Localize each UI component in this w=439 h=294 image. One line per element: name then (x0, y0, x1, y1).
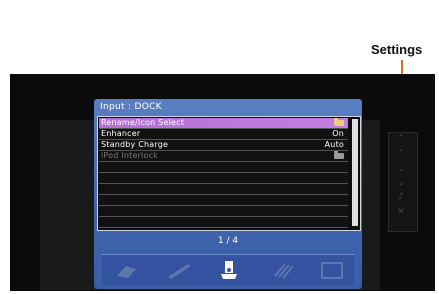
scrollbar-thumb[interactable] (352, 119, 358, 226)
list-item-enhancer[interactable]: Enhancer On (99, 129, 348, 140)
list-item-empty (99, 217, 348, 228)
tv-screen: ⌃ ⌃ ⌄ ⌄ ♪ ✕ Input : DOCK Rename/Icon Sel… (10, 74, 435, 291)
cable-icon[interactable] (267, 260, 297, 280)
music-icon: ♪ (398, 192, 404, 202)
folder-icon (334, 151, 344, 159)
list-item-empty (99, 206, 348, 217)
list-item-empty (99, 195, 348, 206)
disc-icon[interactable] (114, 260, 144, 280)
settings-callout-label: Settings (371, 42, 423, 57)
folder-icon (334, 118, 344, 126)
list-item-empty (99, 184, 348, 195)
list-item-rename-icon-select[interactable]: Rename/Icon Select (99, 118, 348, 129)
ipod-dock-icon[interactable] (214, 260, 244, 280)
scrollbar[interactable] (352, 119, 358, 226)
row-value: Auto (324, 140, 344, 149)
box-icon[interactable] (317, 260, 347, 280)
list-item-standby-charge[interactable]: Standby Charge Auto (99, 140, 348, 151)
input-settings-menu: Input : DOCK Rename/Icon Select Enhancer… (94, 99, 362, 289)
up-icon: ⌃ (397, 149, 405, 159)
down-icon: ⌄ (397, 164, 405, 174)
row-label: iPod Interlock (101, 151, 159, 160)
list-item-empty (99, 162, 348, 173)
row-value: On (332, 129, 344, 138)
list-item-empty (99, 173, 348, 184)
input-icon-bar (102, 254, 354, 285)
menu-title: Input : DOCK (100, 102, 162, 112)
row-label: Rename/Icon Select (101, 118, 185, 127)
down-double-icon: ⌄ (397, 178, 405, 188)
list-item-ipod-interlock[interactable]: iPod Interlock (99, 151, 348, 162)
settings-list: Rename/Icon Select Enhancer On Standby C… (97, 116, 361, 231)
row-label: Standby Charge (101, 140, 169, 149)
up-double-icon: ⌃ (397, 134, 405, 144)
page-indicator: 1 / 4 (217, 236, 239, 246)
pen-icon[interactable] (164, 260, 194, 280)
row-label: Enhancer (101, 129, 141, 138)
close-icon: ✕ (397, 207, 405, 217)
